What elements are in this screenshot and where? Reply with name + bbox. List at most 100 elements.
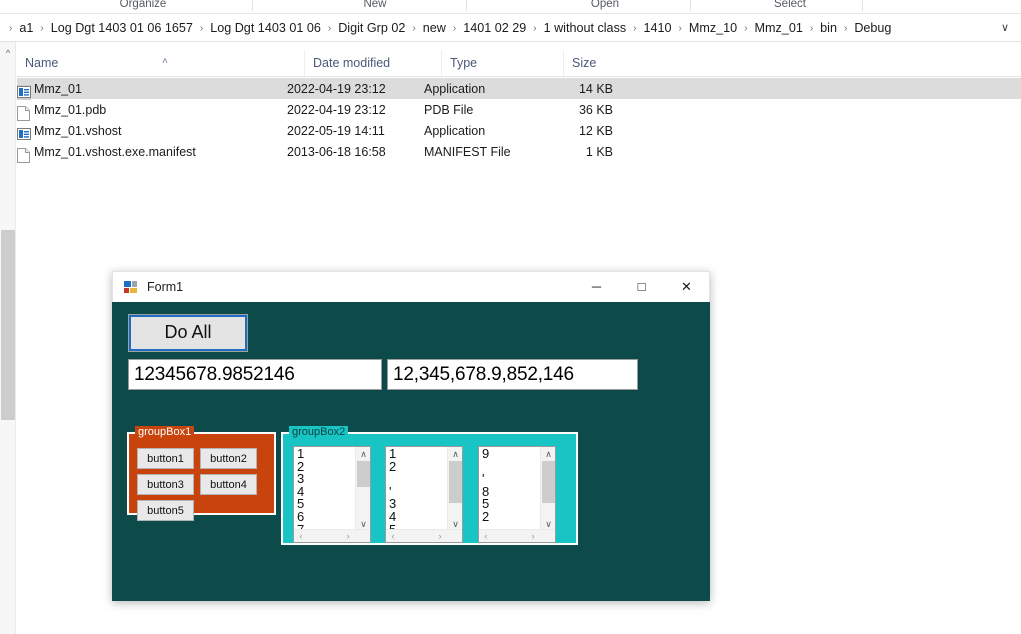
textbox-input-value[interactable]: 12345678.9852146 [128, 359, 382, 390]
breadcrumb-item-7[interactable]: 1410 [642, 20, 674, 36]
form1-titlebar[interactable]: Form1 ─ □ ✕ [112, 271, 710, 302]
minimize-button[interactable]: ─ [574, 272, 619, 302]
scroll-up-icon[interactable]: ^ [0, 46, 16, 60]
column-header-date[interactable]: Date modified [304, 50, 441, 76]
column-header-size[interactable]: Size [563, 50, 643, 76]
window-controls: ─ □ ✕ [574, 272, 709, 303]
listbox-2-items: 12 '345 [389, 447, 445, 536]
scroll-up-icon[interactable]: ∧ [356, 447, 370, 461]
breadcrumb-item-5[interactable]: 1401 02 29 [461, 20, 528, 36]
list-item[interactable]: 2 [297, 460, 353, 474]
button3-button[interactable]: button3 [137, 474, 194, 495]
table-row[interactable]: Mmz_01 2022-04-19 23:12 Application 14 KB [17, 78, 1021, 100]
file-type-cell: Application [424, 81, 486, 96]
column-header-type[interactable]: Type [441, 50, 563, 76]
scroll-up-icon[interactable]: ∧ [448, 447, 462, 461]
breadcrumb-item-8[interactable]: Mmz_10 [687, 20, 739, 36]
scroll-left-icon[interactable]: ‹ [479, 530, 493, 542]
file-type-cell: PDB File [424, 102, 474, 117]
listbox-2[interactable]: 12 '345∧∨‹› [385, 446, 463, 543]
button1-button[interactable]: button1 [137, 448, 194, 469]
breadcrumb-item-4[interactable]: new [421, 20, 448, 36]
list-item[interactable]: 8 [482, 485, 538, 499]
column-header-name[interactable]: Name ˄ [17, 50, 287, 76]
file-name-cell: Mmz_01 [17, 81, 287, 100]
breadcrumb-separator-icon: › [533, 22, 537, 34]
listbox-1[interactable]: 1234567∧∨‹› [293, 446, 371, 543]
column-header-label: Type [450, 56, 478, 70]
listbox-2-horizontal-scrollbar[interactable]: ‹ › [386, 529, 462, 542]
breadcrumb-item-9[interactable]: Mmz_01 [753, 20, 805, 36]
list-item[interactable]: ' [482, 472, 538, 486]
table-row[interactable]: Mmz_01.pdb 2022-04-19 23:12 PDB File 36 KB [17, 99, 1021, 121]
file-name-label: Mmz_01 [34, 81, 82, 96]
list-item[interactable]: 4 [297, 485, 353, 499]
breadcrumb-item-1[interactable]: Log Dgt 1403 01 06 1657 [49, 20, 195, 36]
listbox-3[interactable]: 9 '852 '1∧∨‹› [478, 446, 556, 543]
list-item[interactable]: 5 [297, 498, 353, 511]
list-item[interactable]: 3 [389, 498, 445, 511]
list-item[interactable]: 6 [297, 510, 353, 524]
listbox-3-vertical-scrollbar[interactable]: ∧ ∨ [540, 447, 555, 531]
list-item[interactable]: 1 [297, 447, 353, 461]
file-size-cell: 14 KB [578, 81, 613, 96]
button5-button[interactable]: button5 [137, 500, 194, 521]
list-item[interactable]: 2 [482, 510, 538, 524]
list-item[interactable]: 3 [297, 472, 353, 486]
button2-button[interactable]: button2 [200, 448, 257, 469]
do-all-button[interactable]: Do All [128, 314, 248, 352]
close-button[interactable]: ✕ [664, 272, 709, 302]
ribbon-divider [690, 0, 691, 11]
listbox-3-horizontal-scrollbar[interactable]: ‹ › [479, 529, 555, 542]
list-item[interactable] [482, 461, 538, 474]
listbox-1-vertical-scrollbar[interactable]: ∧ ∨ [355, 447, 370, 531]
breadcrumb-item-11[interactable]: Debug [852, 20, 893, 36]
breadcrumb-item-6[interactable]: 1 without class [542, 20, 629, 36]
group-box-1: button1 button2 button3 button4 button5 grou… [127, 426, 276, 521]
scrollbar-thumb[interactable] [449, 461, 462, 503]
ribbon-group-select: Select [774, 0, 806, 10]
list-item[interactable]: 4 [389, 510, 445, 524]
scroll-up-icon[interactable]: ∧ [541, 447, 555, 461]
column-header-label: Size [572, 56, 597, 70]
maximize-button[interactable]: □ [619, 272, 664, 302]
scrollbar-thumb[interactable] [1, 230, 15, 420]
breadcrumb-item-0[interactable]: a1 [17, 20, 35, 36]
listbox-1-items: 1234567 [297, 447, 353, 536]
textbox-formatted-value[interactable]: 12,345,678.9,852,146 [387, 359, 638, 390]
file-type-cell: MANIFEST File [424, 144, 511, 159]
list-item[interactable] [389, 473, 445, 486]
scrollbar-thumb[interactable] [357, 461, 370, 487]
file-name-cell: Mmz_01.vshost.exe.manifest [17, 145, 287, 163]
listbox-2-vertical-scrollbar[interactable]: ∧ ∨ [447, 447, 462, 531]
list-item[interactable]: 5 [482, 498, 538, 511]
table-row[interactable]: Mmz_01.vshost.exe.manifest 2013-06-18 16:… [17, 141, 1021, 163]
breadcrumb-item-2[interactable]: Log Dgt 1403 01 06 [208, 20, 323, 36]
application-icon [17, 127, 31, 142]
list-item[interactable]: 9 [482, 447, 538, 461]
button4-button[interactable]: button4 [200, 474, 257, 495]
breadcrumb-item-10[interactable]: bin [818, 20, 839, 36]
listbox-1-horizontal-scrollbar[interactable]: ‹ › [294, 529, 370, 542]
breadcrumb-separator-icon: › [452, 22, 457, 34]
scroll-left-icon[interactable]: ‹ [294, 530, 308, 542]
winforms-icon [123, 279, 139, 295]
address-bar[interactable]: › a1 › Log Dgt 1403 01 06 1657 › Log Dgt 1403… [0, 16, 1021, 40]
list-item[interactable]: 1 [389, 447, 445, 461]
chevron-down-icon[interactable]: ∨ [997, 20, 1013, 36]
file-type-cell: Application [424, 123, 486, 138]
scrollbar-thumb[interactable] [542, 461, 555, 503]
table-row[interactable]: Mmz_01.vshost 2022-05-19 14:11 Application… [17, 120, 1021, 141]
file-size-cell: 36 KB [578, 102, 613, 117]
ribbon-divider [466, 0, 467, 11]
scroll-right-icon[interactable]: › [341, 530, 355, 542]
scroll-right-icon[interactable]: › [526, 530, 540, 542]
column-header-label: Date modified [313, 56, 391, 70]
scroll-left-icon[interactable]: ‹ [386, 530, 400, 542]
navigation-pane-scrollbar[interactable]: ^ [0, 42, 16, 634]
breadcrumb[interactable]: › a1 › Log Dgt 1403 01 06 1657 › Log Dgt 1403… [0, 20, 893, 36]
breadcrumb-item-3[interactable]: Digit Grp 02 [336, 20, 407, 36]
list-item[interactable]: ' [389, 485, 445, 499]
scroll-right-icon[interactable]: › [433, 530, 447, 542]
list-item[interactable]: 2 [389, 460, 445, 474]
